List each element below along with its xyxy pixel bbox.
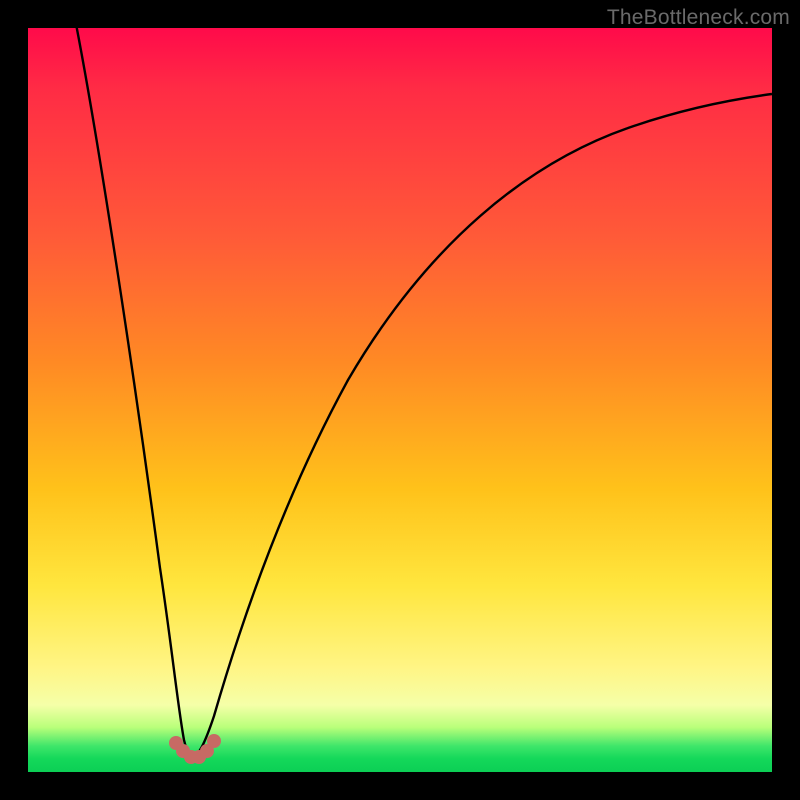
curve-right-branch	[192, 94, 772, 758]
curve-left-branch	[76, 28, 192, 758]
watermark-text: TheBottleneck.com	[607, 6, 790, 30]
bottleneck-curve	[28, 28, 772, 772]
chart-frame: TheBottleneck.com	[0, 0, 800, 800]
plot-area	[28, 28, 772, 772]
valley-marker	[207, 734, 221, 748]
